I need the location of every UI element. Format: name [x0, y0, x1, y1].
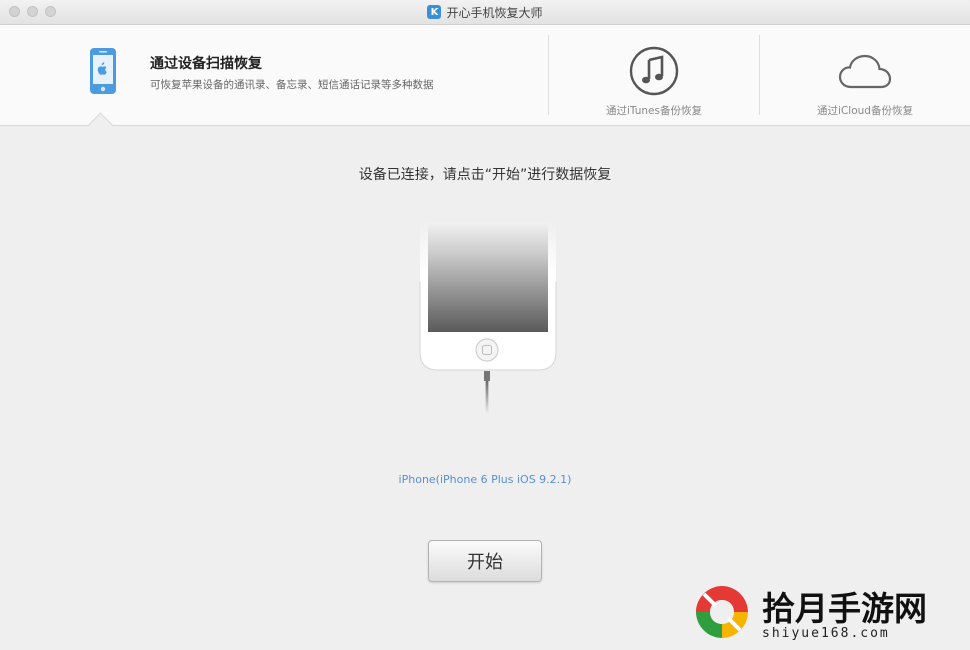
mode-icloud-backup[interactable]: 通过iCloud备份恢复 — [760, 25, 970, 125]
connection-status-text: 设备已连接，请点击“开始”进行数据恢复 — [358, 167, 612, 183]
mode-device-scan[interactable]: 通过设备扫描恢复 可恢复苹果设备的通讯录、备忘录、短信通话记录等多种数据 — [80, 25, 540, 125]
watermark-subtitle: shiyue168.com — [762, 626, 890, 641]
mode-icloud-label: 通过iCloud备份恢复 — [817, 105, 913, 117]
app-window: K 开心手机恢复大师 通过设备扫描恢复 可恢复苹果设备的通讯录、备忘录、短信通话… — [0, 0, 970, 650]
title-bar: K 开心手机恢复大师 — [0, 0, 970, 25]
iphone-icon — [88, 47, 118, 95]
device-name-link[interactable]: iPhone(iPhone 6 Plus iOS 9.2.1) — [0, 473, 970, 486]
cloud-icon — [837, 53, 893, 95]
start-button[interactable]: 开始 — [428, 540, 542, 582]
recovery-mode-bar: 通过设备扫描恢复 可恢复苹果设备的通讯录、备忘录、短信通话记录等多种数据 通过i… — [0, 25, 970, 126]
window-title-group: K 开心手机恢复大师 — [0, 0, 970, 24]
site-watermark: 拾月手游网 shiyue168.com — [690, 578, 965, 648]
music-note-icon — [628, 45, 680, 101]
watermark-title: 拾月手游网 — [762, 589, 927, 628]
mode-itunes-label: 通过iTunes备份恢复 — [606, 105, 702, 117]
mode-itunes-backup[interactable]: 通过iTunes备份恢复 — [549, 25, 759, 125]
mode-device-description: 可恢复苹果设备的通讯录、备忘录、短信通话记录等多种数据 — [150, 79, 434, 91]
app-logo-icon: K — [427, 5, 442, 19]
watermark-logo-icon — [696, 586, 748, 638]
window-title: 开心手机恢复大师 — [446, 5, 543, 20]
mode-device-title: 通过设备扫描恢复 — [150, 56, 262, 72]
connected-phone-illustration — [418, 222, 558, 414]
